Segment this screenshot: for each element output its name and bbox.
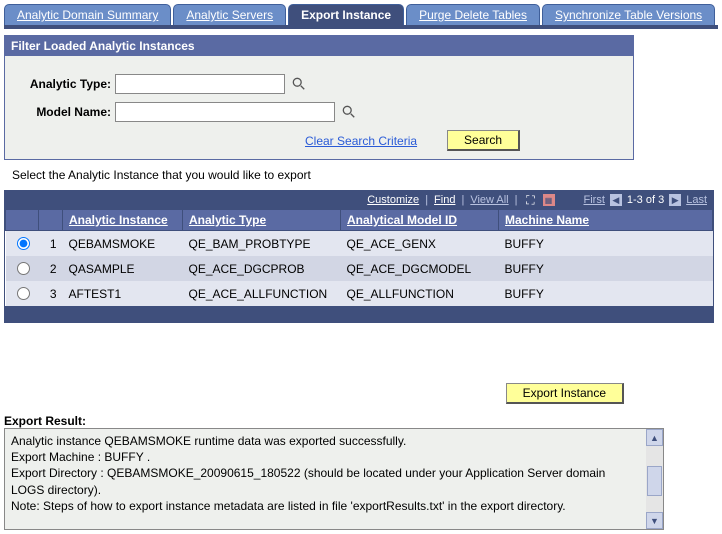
analytic-type-label: Analytic Type: — [15, 77, 115, 91]
row-index: 3 — [39, 281, 63, 306]
col-header-machine-name[interactable]: Machine Name — [499, 210, 713, 231]
tab-analytic-domain-summary[interactable]: Analytic Domain Summary — [4, 4, 171, 25]
grid-customize-link[interactable]: Customize — [367, 194, 419, 206]
analytic-type-lookup-icon[interactable] — [291, 76, 307, 92]
cell-analytic-type: QE_ACE_ALLFUNCTION — [183, 281, 341, 306]
scroll-up-icon[interactable]: ▲ — [646, 429, 663, 446]
row-index: 2 — [39, 256, 63, 281]
grid-range-text: 1-3 of 3 — [627, 194, 664, 206]
analytic-type-input[interactable] — [115, 74, 285, 94]
scroll-thumb[interactable] — [647, 466, 662, 496]
cell-machine-name: BUFFY — [499, 231, 713, 257]
cell-analytic-type: QE_BAM_PROBTYPE — [183, 231, 341, 257]
table-row: 2 QASAMPLE QE_ACE_DGCPROB QE_ACE_DGCMODE… — [6, 256, 713, 281]
export-instance-button[interactable]: Export Instance — [506, 383, 624, 404]
tab-synchronize-table-versions[interactable]: Synchronize Table Versions — [542, 4, 715, 25]
model-name-lookup-icon[interactable] — [341, 104, 357, 120]
cell-analytical-model-id: QE_ALLFUNCTION — [341, 281, 499, 306]
export-result-label: Export Result: — [4, 414, 718, 428]
instances-table: Analytic Instance Analytic Type Analytic… — [5, 209, 713, 306]
tab-bar: Analytic Domain Summary Analytic Servers… — [4, 4, 718, 25]
col-header-index — [39, 210, 63, 231]
grid-prev-icon[interactable]: ◀ — [609, 193, 623, 207]
col-header-analytic-instance[interactable]: Analytic Instance — [63, 210, 183, 231]
filter-panel-title: Filter Loaded Analytic Instances — [5, 36, 633, 56]
model-name-input[interactable] — [115, 102, 335, 122]
grid-view-all-link[interactable]: View All — [470, 194, 508, 206]
col-header-analytic-type[interactable]: Analytic Type — [183, 210, 341, 231]
grid-next-icon[interactable]: ▶ — [668, 193, 682, 207]
cell-machine-name: BUFFY — [499, 281, 713, 306]
cell-analytic-instance: QEBAMSMOKE — [63, 231, 183, 257]
grid-navigation: Customize | Find | View All | ⛶ ▦ First … — [5, 191, 713, 209]
cell-analytical-model-id: QE_ACE_DGCMODEL — [341, 256, 499, 281]
result-scrollbar[interactable]: ▲ ▼ — [646, 429, 663, 529]
grid-zoom-icon[interactable]: ⛶ — [524, 193, 538, 207]
grid-footer-bar — [5, 306, 713, 322]
scroll-track[interactable] — [646, 446, 663, 512]
tab-underline — [4, 25, 718, 29]
scroll-down-icon[interactable]: ▼ — [646, 512, 663, 529]
row-select-radio[interactable] — [17, 287, 30, 300]
col-header-select — [6, 210, 39, 231]
tab-analytic-servers[interactable]: Analytic Servers — [173, 4, 286, 25]
model-name-label: Model Name: — [15, 105, 115, 119]
instances-grid: Customize | Find | View All | ⛶ ▦ First … — [4, 190, 714, 323]
export-result-text[interactable]: Analytic instance QEBAMSMOKE runtime dat… — [5, 429, 646, 529]
cell-analytic-instance: AFTEST1 — [63, 281, 183, 306]
tab-purge-delete-tables[interactable]: Purge Delete Tables — [406, 4, 540, 25]
cell-analytical-model-id: QE_ACE_GENX — [341, 231, 499, 257]
cell-machine-name: BUFFY — [499, 256, 713, 281]
row-select-radio[interactable] — [17, 262, 30, 275]
cell-analytic-instance: QASAMPLE — [63, 256, 183, 281]
grid-first-link[interactable]: First — [584, 194, 605, 206]
row-select-radio[interactable] — [17, 237, 30, 250]
grid-last-link[interactable]: Last — [686, 194, 707, 206]
grid-find-link[interactable]: Find — [434, 194, 455, 206]
instruction-text: Select the Analytic Instance that you wo… — [12, 168, 718, 182]
cell-analytic-type: QE_ACE_DGCPROB — [183, 256, 341, 281]
filter-panel: Filter Loaded Analytic Instances Analyti… — [4, 35, 634, 160]
clear-search-criteria-link[interactable]: Clear Search Criteria — [305, 134, 417, 148]
row-index: 1 — [39, 231, 63, 257]
table-row: 3 AFTEST1 QE_ACE_ALLFUNCTION QE_ALLFUNCT… — [6, 281, 713, 306]
table-row: 1 QEBAMSMOKE QE_BAM_PROBTYPE QE_ACE_GENX… — [6, 231, 713, 257]
col-header-analytical-model-id[interactable]: Analytical Model ID — [341, 210, 499, 231]
search-button[interactable]: Search — [447, 130, 520, 151]
export-result-box: Analytic instance QEBAMSMOKE runtime dat… — [4, 428, 664, 530]
tab-export-instance[interactable]: Export Instance — [288, 4, 404, 25]
grid-download-icon[interactable]: ▦ — [542, 193, 556, 207]
